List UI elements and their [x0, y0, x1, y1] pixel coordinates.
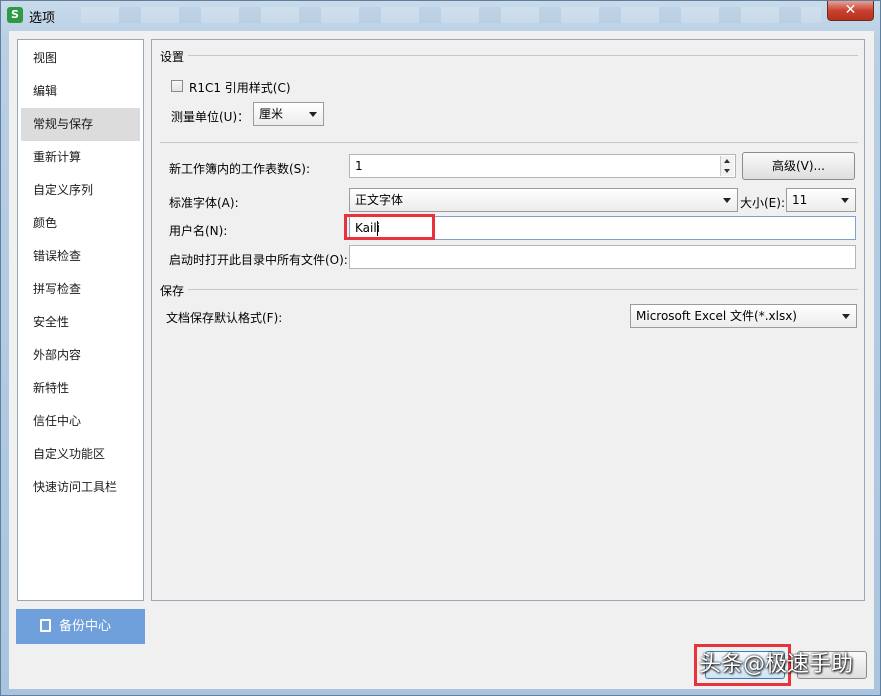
settings-divider: [188, 55, 858, 56]
default-format-value: Microsoft Excel 文件(*.xlsx): [636, 309, 797, 323]
font-size-label: 大小(E):: [740, 196, 785, 210]
background-ribbon-ghost: [81, 7, 821, 23]
startup-folder-input[interactable]: [349, 245, 856, 269]
general-divider: [160, 142, 858, 143]
standard-font-label: 标准字体(A):: [169, 196, 239, 210]
sidebar-item-spell-check[interactable]: 拼写检查: [21, 273, 140, 306]
title-bar[interactable]: S 选项 ✕: [1, 1, 880, 31]
close-button[interactable]: ✕: [827, 1, 874, 21]
default-format-label: 文档保存默认格式(F):: [166, 311, 283, 325]
close-icon: ✕: [844, 2, 857, 18]
font-size-value: 11: [792, 193, 808, 207]
measure-unit-label: 测量单位(U)：: [171, 110, 250, 124]
standard-font-value: 正文字体: [355, 193, 404, 207]
sidebar-item-colors[interactable]: 颜色: [21, 207, 140, 240]
chevron-down-icon: [841, 198, 849, 203]
measure-unit-select[interactable]: 厘米: [253, 102, 324, 126]
backup-center-button[interactable]: 备份中心: [16, 609, 145, 644]
settings-panel: 设置 R1C1 引用样式(C) 测量单位(U)： 厘米 新工作簿内的工作表数(S…: [151, 39, 865, 601]
r1c1-checkbox[interactable]: [171, 80, 183, 92]
startup-folder-label: 启动时打开此目录中所有文件(O):: [169, 253, 348, 267]
backup-center-label: 备份中心: [59, 619, 112, 634]
sheet-count-value: 1: [355, 159, 363, 173]
sheet-count-stepper[interactable]: [720, 156, 734, 176]
font-size-select[interactable]: 11: [786, 188, 856, 212]
sheet-count-label: 新工作簿内的工作表数(S):: [169, 162, 311, 176]
sidebar-item-general-save[interactable]: 常规与保存: [21, 108, 140, 141]
stepper-up-icon[interactable]: [720, 156, 734, 166]
advanced-button[interactable]: 高级(V)...: [742, 152, 855, 180]
standard-font-select[interactable]: 正文字体: [349, 188, 738, 212]
sidebar-item-view[interactable]: 视图: [21, 42, 140, 75]
app-logo-icon: S: [7, 7, 23, 23]
sidebar-item-customize-ribbon[interactable]: 自定义功能区: [21, 438, 140, 471]
save-section-title: 保存: [160, 284, 185, 298]
sidebar-item-external-content[interactable]: 外部内容: [21, 339, 140, 372]
measure-unit-value: 厘米: [259, 107, 284, 121]
category-sidebar: 视图 编辑 常规与保存 重新计算 自定义序列 颜色 错误检查 拼写检查 安全性 …: [17, 39, 144, 601]
sidebar-item-edit[interactable]: 编辑: [21, 75, 140, 108]
username-label: 用户名(N):: [169, 224, 228, 238]
r1c1-label: R1C1 引用样式(C): [189, 81, 291, 95]
sidebar-item-recalculate[interactable]: 重新计算: [21, 141, 140, 174]
save-divider: [188, 289, 858, 290]
sidebar-item-security[interactable]: 安全性: [21, 306, 140, 339]
username-highlight-box: [344, 214, 435, 240]
dialog-client-area: 视图 编辑 常规与保存 重新计算 自定义序列 颜色 错误检查 拼写检查 安全性 …: [9, 31, 874, 689]
watermark-text: 头条@极速手助: [699, 652, 854, 677]
sheet-count-input[interactable]: 1: [349, 154, 736, 178]
sidebar-item-new-features[interactable]: 新特性: [21, 372, 140, 405]
sidebar-item-quick-access-toolbar[interactable]: 快速访问工具栏: [21, 471, 140, 504]
sidebar-item-error-check[interactable]: 错误检查: [21, 240, 140, 273]
sidebar-item-custom-lists[interactable]: 自定义序列: [21, 174, 140, 207]
default-format-select[interactable]: Microsoft Excel 文件(*.xlsx): [630, 304, 857, 328]
chevron-down-icon: [723, 198, 731, 203]
options-dialog: S 选项 ✕ 视图 编辑 常规与保存 重新计算 自定义序列 颜色 错误检查 拼写…: [0, 0, 881, 696]
chevron-down-icon: [842, 314, 850, 319]
sidebar-item-trust-center[interactable]: 信任中心: [21, 405, 140, 438]
dialog-title: 选项: [29, 11, 56, 26]
settings-section-title: 设置: [160, 50, 185, 64]
stepper-down-icon[interactable]: [720, 166, 734, 176]
chevron-down-icon: [309, 112, 317, 117]
backup-icon: [40, 619, 51, 632]
